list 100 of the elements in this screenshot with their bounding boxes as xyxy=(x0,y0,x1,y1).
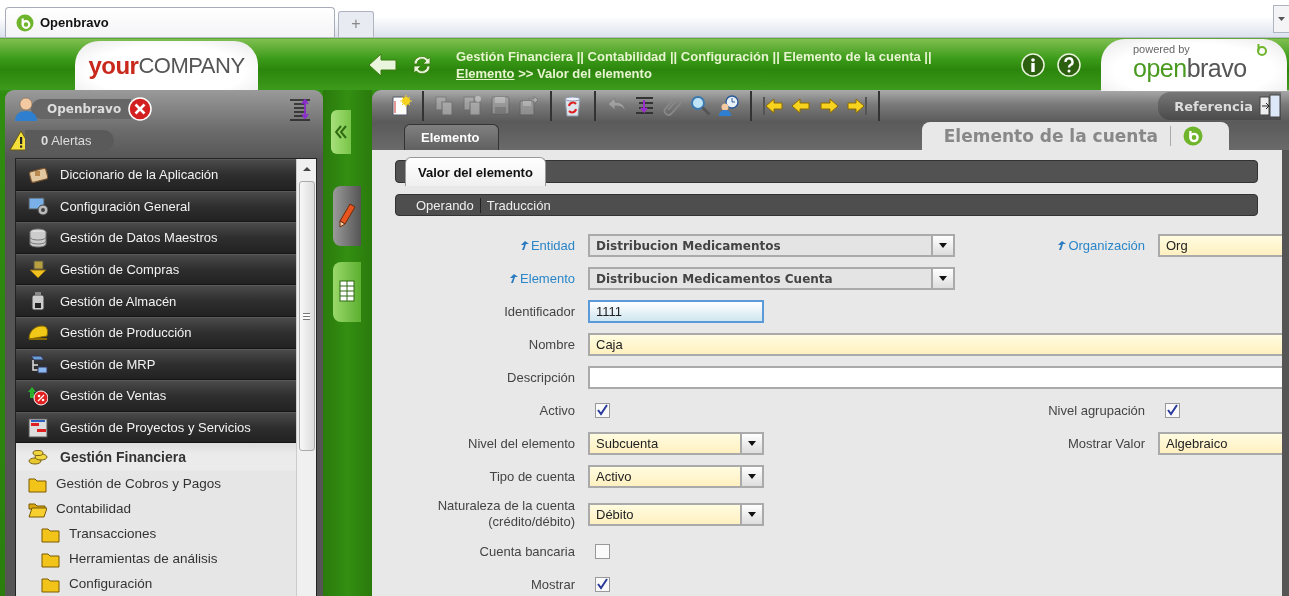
input-field[interactable] xyxy=(588,366,1282,389)
menu-item[interactable]: Transacciones xyxy=(16,521,296,547)
double-chevron-icon xyxy=(335,125,347,139)
field-label: Mostrar Valor xyxy=(1067,435,1145,452)
caret-icon xyxy=(939,276,947,281)
field-label: Nivel del elemento xyxy=(468,435,575,452)
field-label: Identificador xyxy=(504,303,575,320)
brand-icon xyxy=(16,13,34,32)
checked-checkbox[interactable] xyxy=(595,403,610,418)
view-tab[interactable] xyxy=(333,186,361,246)
pencil-icon xyxy=(336,202,358,230)
new-document-icon[interactable] xyxy=(390,95,412,117)
scrollbar[interactable] xyxy=(296,159,316,596)
field-label: Nombre xyxy=(528,336,575,353)
dropdown-field[interactable]: Distribucion Medicamentos Cuenta xyxy=(588,267,955,290)
helmet-icon xyxy=(28,322,48,343)
expand-icon[interactable] xyxy=(289,97,311,121)
dropdown-field[interactable]: Subcuenta xyxy=(588,432,764,455)
caret-icon xyxy=(748,511,756,517)
caret-icon xyxy=(1278,17,1285,21)
breadcrumb-separator: || xyxy=(772,48,780,64)
menu-item[interactable]: Contabilidad xyxy=(16,496,296,522)
field-label: Activo xyxy=(539,402,575,419)
back-arrow-icon[interactable] xyxy=(368,52,398,77)
breadcrumb-separator: || xyxy=(576,48,584,64)
menu-item[interactable]: Gestión de MRP xyxy=(16,348,296,381)
field-label: Nivel agrupación xyxy=(1048,402,1145,419)
brand-icon xyxy=(1183,126,1203,146)
view-tab[interactable] xyxy=(333,262,361,322)
brand-icon xyxy=(1255,42,1269,57)
database-icon xyxy=(28,228,48,248)
menu-item[interactable]: Gestión de Cobros y Pagos xyxy=(16,471,296,497)
search-icon[interactable] xyxy=(690,95,712,117)
percent-icon xyxy=(28,385,48,406)
trash-icon[interactable] xyxy=(562,95,584,117)
input-field[interactable]: Org xyxy=(1158,234,1282,257)
tab[interactable]: Operando xyxy=(410,197,480,213)
company-logo: yourCOMPANY xyxy=(75,40,258,91)
info-icon[interactable] xyxy=(1021,52,1045,77)
menu-item[interactable]: Gestión Financiera xyxy=(16,443,296,472)
tab[interactable]: Elemento xyxy=(404,124,499,150)
menu-item[interactable]: Configuración xyxy=(16,571,296,596)
clock-icon[interactable] xyxy=(718,95,740,117)
input-field[interactable]: Caja xyxy=(588,333,1282,356)
breadcrumb-separator: >> xyxy=(518,65,534,81)
input-field[interactable]: 1111 xyxy=(588,300,764,323)
menu-item[interactable]: Gestión de Ventas xyxy=(16,380,296,412)
monitor-icon xyxy=(28,196,48,217)
caret-icon xyxy=(939,243,947,248)
menu-item[interactable]: Diccionario de la Aplicación xyxy=(16,159,296,191)
breadcrumb-link[interactable]: Valor del elemento xyxy=(536,65,652,81)
menu-item[interactable]: Gestión de Compras xyxy=(16,253,296,286)
link-arrow-icon xyxy=(520,241,529,250)
arrow-left-icon[interactable] xyxy=(790,95,812,117)
menu-item[interactable]: Herramientas de análisis xyxy=(16,546,296,572)
coins-icon xyxy=(28,447,48,468)
dropdown-field[interactable]: Activo xyxy=(588,465,764,488)
alerts-button[interactable]: 0 Alertas xyxy=(25,129,114,151)
dropdown-button[interactable] xyxy=(931,236,953,255)
tab[interactable]: Valor del elemento xyxy=(405,157,546,186)
menu-item[interactable]: Configuración General xyxy=(16,190,296,223)
window-title: Elemento de la cuenta xyxy=(943,126,1158,146)
tree-icon[interactable] xyxy=(634,95,656,117)
caret-icon xyxy=(748,474,756,479)
link-arrow-icon xyxy=(1058,241,1067,250)
last-icon[interactable] xyxy=(846,95,868,117)
input-field[interactable]: Algebraico xyxy=(1158,432,1282,455)
field-label: Naturaleza de la cuenta (crédito/débito) xyxy=(436,498,575,530)
dropdown-button[interactable] xyxy=(931,269,953,288)
dropdown-field[interactable]: Distribucion Medicamentos xyxy=(588,234,955,257)
breadcrumb-link[interactable]: Elemento xyxy=(456,65,515,81)
tab[interactable]: Traducción xyxy=(479,197,557,213)
checked-checkbox[interactable] xyxy=(595,577,610,592)
first-icon[interactable] xyxy=(762,95,784,117)
user-name[interactable]: Openbravo xyxy=(31,99,132,119)
collapse-button[interactable] xyxy=(331,110,351,154)
help-icon[interactable] xyxy=(1057,52,1081,77)
dropdown-button[interactable] xyxy=(740,467,762,486)
menu-item[interactable]: Gestión de Datos Maestros xyxy=(16,222,296,254)
breadcrumb-separator: || xyxy=(924,48,932,64)
reference-button[interactable]: Referencia xyxy=(1158,92,1281,120)
user-icon xyxy=(13,96,39,122)
arrow-down-icon xyxy=(28,259,48,280)
arrow-right-icon[interactable] xyxy=(818,95,840,117)
chart-icon xyxy=(28,417,48,438)
field-label: Descripción xyxy=(507,369,575,386)
brand-logo: powered by openbravo xyxy=(1101,38,1287,91)
menu-item[interactable]: Gestión de Almacén xyxy=(16,285,296,317)
dropdown-button[interactable] xyxy=(740,434,762,453)
checked-checkbox[interactable] xyxy=(1165,403,1180,418)
menu-item[interactable]: Gestión de Proyectos y Servicios xyxy=(16,411,296,444)
dropdown-field[interactable]: Débito xyxy=(588,502,764,526)
checkbox[interactable] xyxy=(595,544,610,559)
close-icon[interactable] xyxy=(128,97,153,121)
menu-item[interactable]: Gestión de Producción xyxy=(16,316,296,349)
tab-list-button[interactable] xyxy=(1273,5,1289,33)
browser-tab[interactable]: Openbravo xyxy=(5,7,335,37)
field-label: Mostrar xyxy=(530,576,575,593)
breadcrumb-separator: || xyxy=(669,48,678,64)
dropdown-button[interactable] xyxy=(740,504,762,524)
